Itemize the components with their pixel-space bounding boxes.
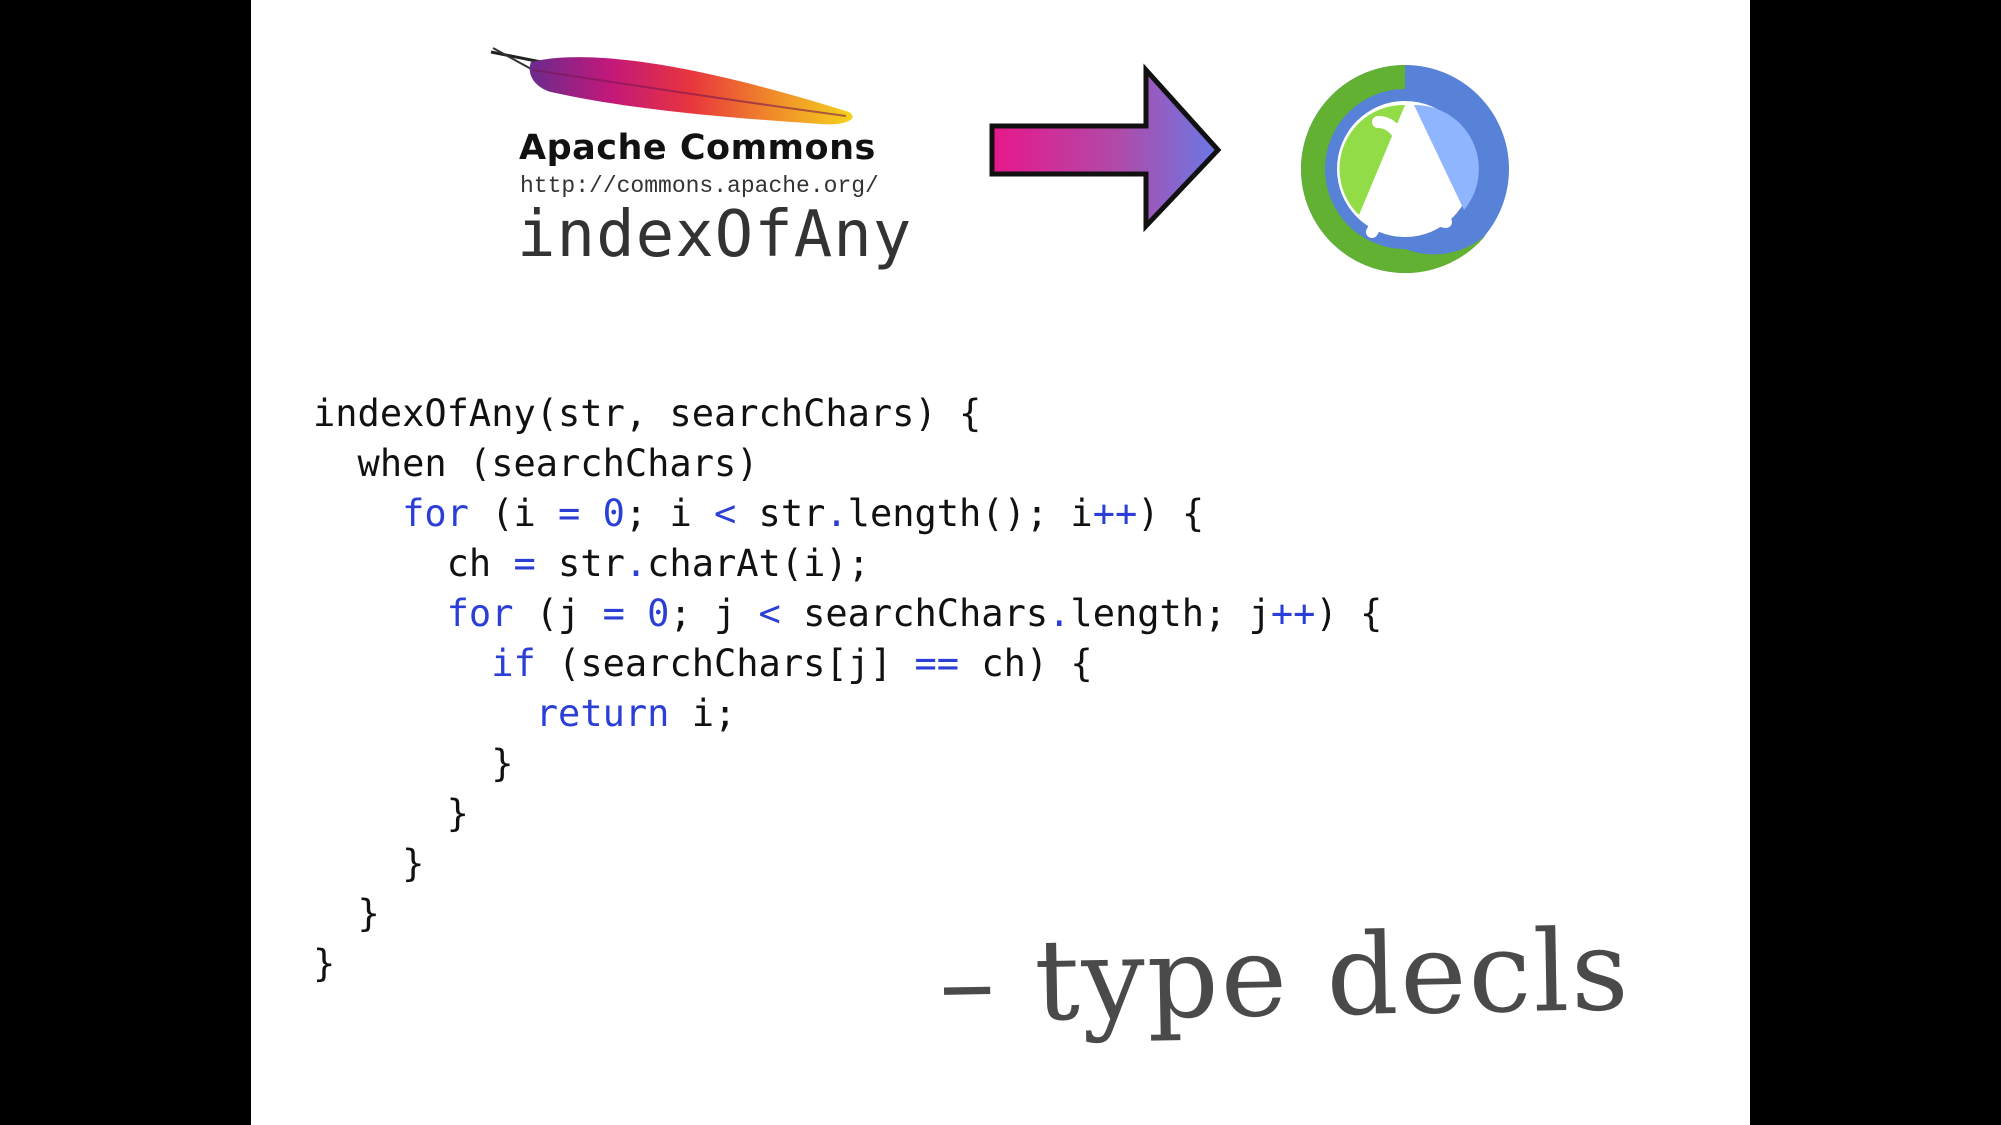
code-text: }	[313, 842, 425, 885]
code-keyword: <	[758, 592, 781, 635]
code-keyword: ==	[914, 642, 960, 685]
code-keyword: <	[714, 492, 737, 535]
code-text: }	[313, 892, 380, 935]
code-text: (j	[513, 592, 603, 635]
screen: Apache Commons http://commons.apache.org…	[0, 0, 2001, 1125]
code-keyword: ++	[1092, 492, 1138, 535]
apache-feather-icon	[490, 47, 853, 125]
code-text: ; i	[624, 492, 714, 535]
code-text: when (searchChars)	[313, 442, 759, 485]
code-keyword: 0	[602, 492, 625, 535]
code-keyword: =	[513, 542, 536, 585]
code-text: i;	[669, 692, 737, 735]
code-keyword: return	[535, 692, 670, 735]
clojure-lambda-icon	[1301, 65, 1509, 274]
code-keyword: 0	[647, 592, 670, 635]
code-text: ) {	[1137, 492, 1205, 535]
code-text: indexOfAny(str, searchChars) {	[313, 392, 982, 435]
code-keyword: for	[402, 492, 469, 535]
code-line: for (i = 0; i < str.length(); i++) {	[313, 489, 1382, 539]
code-line: for (j = 0; j < searchChars.length; j++)…	[313, 589, 1383, 639]
code-line: if (searchChars[j] == ch) {	[313, 639, 1382, 689]
code-text: ch	[313, 542, 514, 585]
code-text: charAt(i);	[647, 542, 870, 585]
code-line: indexOfAny(str, searchChars) {	[313, 389, 1382, 439]
code-text: ; j	[669, 592, 759, 635]
code-text: searchChars	[780, 592, 1049, 635]
code-keyword: .	[624, 542, 648, 585]
code-text: ) {	[1315, 592, 1383, 635]
code-line: return i;	[313, 689, 1382, 739]
code-keyword: =	[602, 592, 625, 635]
function-name: indexOfAny	[517, 198, 913, 272]
code-keyword: ++	[1270, 592, 1316, 635]
code-text: str	[736, 492, 826, 535]
code-line: when (searchChars)	[313, 439, 1382, 489]
code-keyword: .	[825, 492, 848, 535]
code-line: ch = str.charAt(i);	[313, 539, 1382, 589]
code-line: }	[313, 789, 1382, 839]
library-url: http://commons.apache.org/	[520, 173, 879, 199]
code-text: }	[313, 742, 514, 785]
code-line: }	[313, 839, 1382, 889]
code-text: }	[313, 942, 336, 985]
annotation-text: – type decls	[937, 905, 1632, 1048]
code-text: (i	[468, 492, 559, 535]
code-text: }	[313, 792, 469, 835]
code-text: ch) {	[959, 642, 1093, 685]
code-keyword: if	[491, 642, 536, 685]
code-text: length(); i	[847, 492, 1093, 535]
right-arrow-icon	[989, 63, 1222, 233]
code-keyword: =	[558, 492, 581, 535]
slide: Apache Commons http://commons.apache.org…	[251, 0, 1750, 1125]
code-keyword: .	[1048, 592, 1071, 635]
code-text: str	[535, 542, 625, 585]
code-text: (searchChars[j]	[535, 642, 915, 685]
code-text: length; j	[1070, 592, 1271, 635]
library-name: Apache Commons	[519, 128, 876, 168]
code-keyword: for	[446, 592, 514, 635]
code-block: indexOfAny(str, searchChars) { when (sea…	[313, 389, 1382, 989]
code-line: }	[313, 739, 1382, 789]
